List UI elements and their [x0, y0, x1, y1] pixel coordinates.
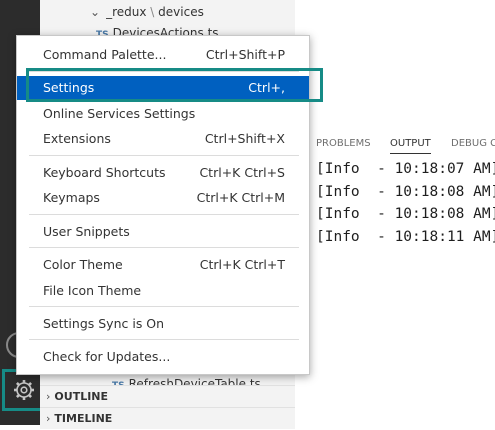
menu-item-label: Command Palette... [43, 47, 167, 62]
tab-output[interactable]: OUTPUT [390, 138, 431, 154]
menu-item-label: Keymaps [43, 190, 100, 205]
timeline-section-header[interactable]: › TIMELINE [40, 407, 295, 429]
log-line: [Info - 10:18:11 AM] [316, 228, 495, 245]
subfolder-name: devices [158, 5, 204, 19]
panel-tabs: PROBLEMS OUTPUT DEBUG C [310, 134, 495, 156]
menu-item-user-snippets[interactable]: User Snippets [17, 220, 309, 244]
menu-item-label: Check for Updates... [43, 349, 171, 364]
chevron-right-icon: › [46, 412, 51, 425]
log-line: [Info - 10:18:08 AM] [316, 206, 495, 222]
menu-item-label: User Snippets [43, 224, 130, 239]
menu-divider [29, 339, 299, 340]
gear-icon [14, 380, 34, 400]
menu-item-keymaps[interactable]: Keymaps Ctrl+K Ctrl+M [17, 186, 309, 210]
menu-item-keyboard-shortcuts[interactable]: Keyboard Shortcuts Ctrl+K Ctrl+S [17, 161, 309, 185]
settings-highlight-annotation [26, 68, 323, 102]
menu-divider [29, 247, 299, 248]
menu-item-label: Color Theme [43, 257, 123, 272]
outline-label: OUTLINE [54, 390, 109, 403]
menu-item-shortcut: Ctrl+Shift+P [205, 47, 285, 62]
menu-item-command-palette[interactable]: Command Palette... Ctrl+Shift+P [17, 43, 309, 67]
path-separator: \ [150, 5, 155, 19]
menu-divider [29, 306, 299, 307]
menu-divider [29, 214, 299, 215]
menu-item-label: Extensions [43, 131, 111, 146]
chevron-down-icon: ⌄ [90, 5, 101, 19]
log-line: [Info - 10:18:07 AM] [316, 161, 495, 177]
chevron-right-icon: › [46, 390, 51, 403]
tab-problems[interactable]: PROBLEMS [316, 138, 371, 149]
menu-item-color-theme[interactable]: Color Theme Ctrl+K Ctrl+T [17, 253, 309, 277]
output-log: [Info - 10:18:07 AM] [Info - 10:18:08 AM… [316, 158, 495, 248]
menu-item-settings-sync[interactable]: Settings Sync is On [17, 312, 309, 336]
outline-section-header[interactable]: › OUTLINE [40, 385, 295, 407]
log-line: [Info - 10:18:08 AM] [316, 183, 495, 200]
menu-item-online-services-settings[interactable]: Online Services Settings [17, 102, 309, 126]
menu-item-file-icon-theme[interactable]: File Icon Theme [17, 279, 309, 303]
menu-item-label: Online Services Settings [43, 106, 196, 121]
tree-folder-row[interactable]: ⌄ _redux \ devices [90, 1, 204, 23]
menu-item-shortcut: Ctrl+Shift+X [204, 131, 285, 146]
menu-divider [29, 155, 299, 156]
folder-name: _redux [106, 5, 147, 19]
tab-debug-console[interactable]: DEBUG C [451, 138, 495, 149]
menu-item-label: File Icon Theme [43, 283, 142, 298]
menu-item-extensions[interactable]: Extensions Ctrl+Shift+X [17, 127, 309, 151]
menu-item-label: Keyboard Shortcuts [43, 165, 166, 180]
menu-item-shortcut: Ctrl+K Ctrl+M [196, 190, 285, 205]
timeline-label: TIMELINE [54, 412, 113, 425]
menu-item-shortcut: Ctrl+K Ctrl+S [199, 165, 285, 180]
menu-item-label: Settings Sync is On [43, 316, 165, 331]
menu-item-shortcut: Ctrl+K Ctrl+T [199, 257, 285, 272]
menu-item-check-for-updates[interactable]: Check for Updates... [17, 345, 309, 369]
